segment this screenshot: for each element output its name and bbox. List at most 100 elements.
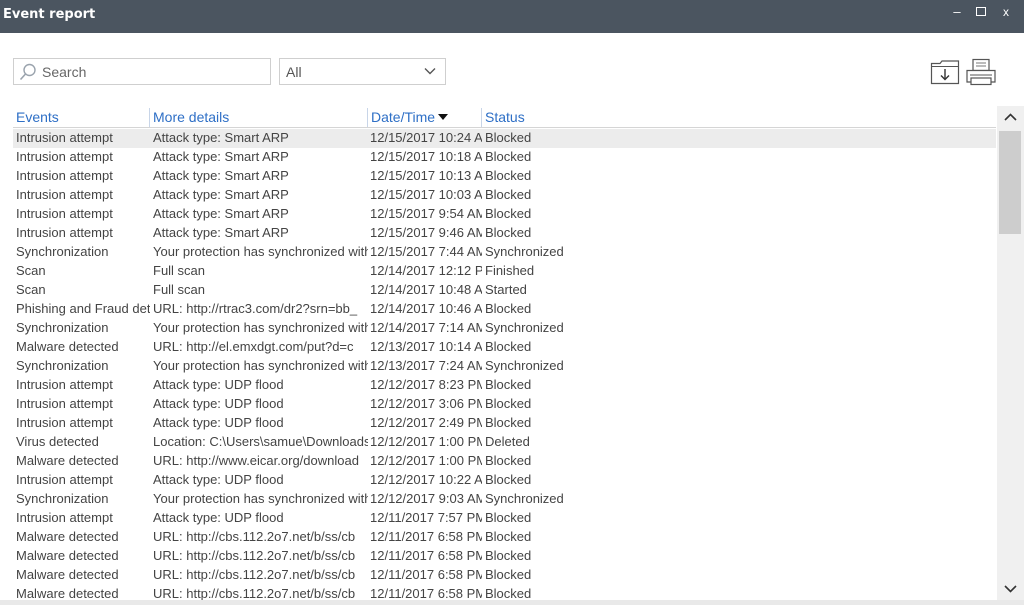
- cell-status: Blocked: [485, 225, 532, 240]
- cell-date: 12/11/2017 6:58 PM: [370, 567, 482, 582]
- column-divider[interactable]: [149, 108, 150, 127]
- table-row[interactable]: Intrusion attempt Attack type: UDP flood 1…: [13, 471, 996, 490]
- column-header-events[interactable]: Events: [16, 108, 59, 128]
- table-row[interactable]: Synchronization Your protection has synch…: [13, 357, 996, 376]
- maximize-button[interactable]: [971, 3, 991, 21]
- filter-selected-value: All: [286, 64, 302, 80]
- scroll-down-icon[interactable]: [997, 578, 1024, 600]
- table-header: Events More details Date/Time Status: [13, 108, 996, 128]
- cell-status: Blocked: [485, 339, 532, 354]
- table-row[interactable]: Scan Full scan 12/14/2017 10:48 AM Started: [13, 281, 996, 300]
- column-divider[interactable]: [367, 108, 368, 127]
- cell-detail: Attack type: Smart ARP: [153, 149, 289, 164]
- cell-detail: Location: C:\Users\samue\Downloads: [153, 434, 368, 449]
- bottom-edge: [0, 600, 1024, 605]
- table-row[interactable]: Synchronization Your protection has synch…: [13, 490, 996, 509]
- cell-date: 12/13/2017 10:14 AM: [370, 339, 482, 354]
- table-row[interactable]: Malware detected URL: http://el.emxdgt.co…: [13, 338, 996, 357]
- cell-event: Intrusion attempt: [16, 415, 113, 430]
- cell-detail: URL: http://cbs.112.2o7.net/b/ss/cb: [153, 567, 356, 582]
- cell-event: Malware detected: [16, 548, 119, 563]
- cell-date: 12/14/2017 7:14 AM: [370, 320, 482, 335]
- cell-detail: Attack type: UDP flood: [153, 396, 284, 411]
- cell-date: 12/15/2017 9:46 AM: [370, 225, 482, 240]
- table-row[interactable]: Intrusion attempt Attack type: Smart ARP 1…: [13, 205, 996, 224]
- cell-event: Malware detected: [16, 529, 119, 544]
- cell-date: 12/12/2017 9:03 AM: [370, 491, 482, 506]
- cell-detail: Your protection has synchronized with: [153, 358, 368, 373]
- cell-event: Intrusion attempt: [16, 377, 113, 392]
- column-header-date-time-label: Date/Time: [371, 109, 436, 125]
- cell-event: Scan: [16, 282, 46, 297]
- cell-event: Synchronization: [16, 358, 109, 373]
- cell-event: Synchronization: [16, 244, 109, 259]
- cell-status: Synchronized: [485, 491, 564, 506]
- cell-event: Intrusion attempt: [16, 168, 113, 183]
- cell-status: Finished: [485, 263, 535, 278]
- event-table-body: Intrusion attempt Attack type: Smart ARP 1…: [13, 129, 996, 605]
- search-box[interactable]: [13, 58, 271, 85]
- cell-date: 12/12/2017 1:00 PM: [370, 453, 482, 468]
- minimize-button[interactable]: –: [947, 3, 967, 21]
- cell-detail: Your protection has synchronized with: [153, 491, 368, 506]
- cell-detail: Attack type: Smart ARP: [153, 225, 289, 240]
- cell-detail: Your protection has synchronized with: [153, 320, 368, 335]
- column-header-more-details[interactable]: More details: [153, 108, 229, 128]
- window-title: Event report: [3, 7, 96, 22]
- cell-status: Blocked: [485, 396, 532, 411]
- printer-icon[interactable]: [965, 58, 997, 86]
- cell-status: Blocked: [485, 548, 532, 563]
- table-row[interactable]: Synchronization Your protection has synch…: [13, 243, 996, 262]
- cell-status: Blocked: [485, 377, 532, 392]
- cell-date: 12/15/2017 10:24 AM: [370, 130, 482, 145]
- table-row[interactable]: Malware detected URL: http://www.eicar.or…: [13, 452, 996, 471]
- table-row[interactable]: Intrusion attempt Attack type: UDP flood 1…: [13, 395, 996, 414]
- column-divider[interactable]: [481, 108, 482, 127]
- table-row[interactable]: Intrusion attempt Attack type: Smart ARP 1…: [13, 129, 996, 148]
- table-row[interactable]: Intrusion attempt Attack type: UDP flood 1…: [13, 509, 996, 528]
- table-row[interactable]: Intrusion attempt Attack type: UDP flood 1…: [13, 376, 996, 395]
- cell-detail: Attack type: Smart ARP: [153, 130, 289, 145]
- cell-status: Synchronized: [485, 320, 564, 335]
- cell-detail: Attack type: Smart ARP: [153, 187, 289, 202]
- table-row[interactable]: Intrusion attempt Attack type: Smart ARP 1…: [13, 167, 996, 186]
- cell-detail: Attack type: Smart ARP: [153, 168, 289, 183]
- export-icon[interactable]: [930, 59, 960, 85]
- cell-date: 12/13/2017 7:24 AM: [370, 358, 482, 373]
- cell-date: 12/11/2017 6:58 PM: [370, 548, 482, 563]
- cell-status: Blocked: [485, 130, 532, 145]
- table-row[interactable]: Phishing and Fraud detectedURL: http://r…: [13, 300, 996, 319]
- cell-event: Intrusion attempt: [16, 225, 113, 240]
- cell-detail: Your protection has synchronized with: [153, 244, 368, 259]
- table-row[interactable]: Virus detected Location: C:\Users\samue\D…: [13, 433, 996, 452]
- cell-status: Synchronized: [485, 244, 564, 259]
- search-input[interactable]: [42, 63, 262, 81]
- table-row[interactable]: Intrusion attempt Attack type: UDP flood 1…: [13, 414, 996, 433]
- table-row[interactable]: Malware detected URL: http://cbs.112.2o7.…: [13, 528, 996, 547]
- cell-date: 12/15/2017 7:44 AM: [370, 244, 482, 259]
- table-row[interactable]: Intrusion attempt Attack type: Smart ARP 1…: [13, 186, 996, 205]
- scroll-up-icon[interactable]: [997, 106, 1024, 128]
- table-row[interactable]: Malware detected URL: http://cbs.112.2o7.…: [13, 547, 996, 566]
- table-row[interactable]: Synchronization Your protection has synch…: [13, 319, 996, 338]
- cell-detail: URL: http://cbs.112.2o7.net/b/ss/cb: [153, 548, 356, 563]
- table-row[interactable]: Malware detected URL: http://cbs.112.2o7.…: [13, 566, 996, 585]
- vertical-scrollbar[interactable]: [997, 106, 1024, 600]
- table-row[interactable]: Intrusion attempt Attack type: Smart ARP 1…: [13, 148, 996, 167]
- table-row[interactable]: Intrusion attempt Attack type: Smart ARP 1…: [13, 224, 996, 243]
- table-row[interactable]: Scan Full scan 12/14/2017 12:12 PM Finished: [13, 262, 996, 281]
- scrollbar-thumb[interactable]: [999, 131, 1021, 234]
- cell-event: Intrusion attempt: [16, 472, 113, 487]
- column-header-date-time[interactable]: Date/Time: [371, 108, 449, 128]
- close-button[interactable]: x: [996, 3, 1016, 21]
- cell-detail: Attack type: UDP flood: [153, 472, 284, 487]
- cell-date: 12/12/2017 10:22 AM: [370, 472, 482, 487]
- cell-status: Blocked: [485, 453, 532, 468]
- filter-dropdown[interactable]: All: [279, 58, 446, 85]
- cell-event: Malware detected: [16, 339, 119, 354]
- chevron-down-icon: [424, 68, 436, 75]
- search-icon: [19, 63, 36, 81]
- column-header-status[interactable]: Status: [485, 108, 525, 128]
- cell-event: Intrusion attempt: [16, 206, 113, 221]
- cell-date: 12/15/2017 10:18 AM: [370, 149, 482, 164]
